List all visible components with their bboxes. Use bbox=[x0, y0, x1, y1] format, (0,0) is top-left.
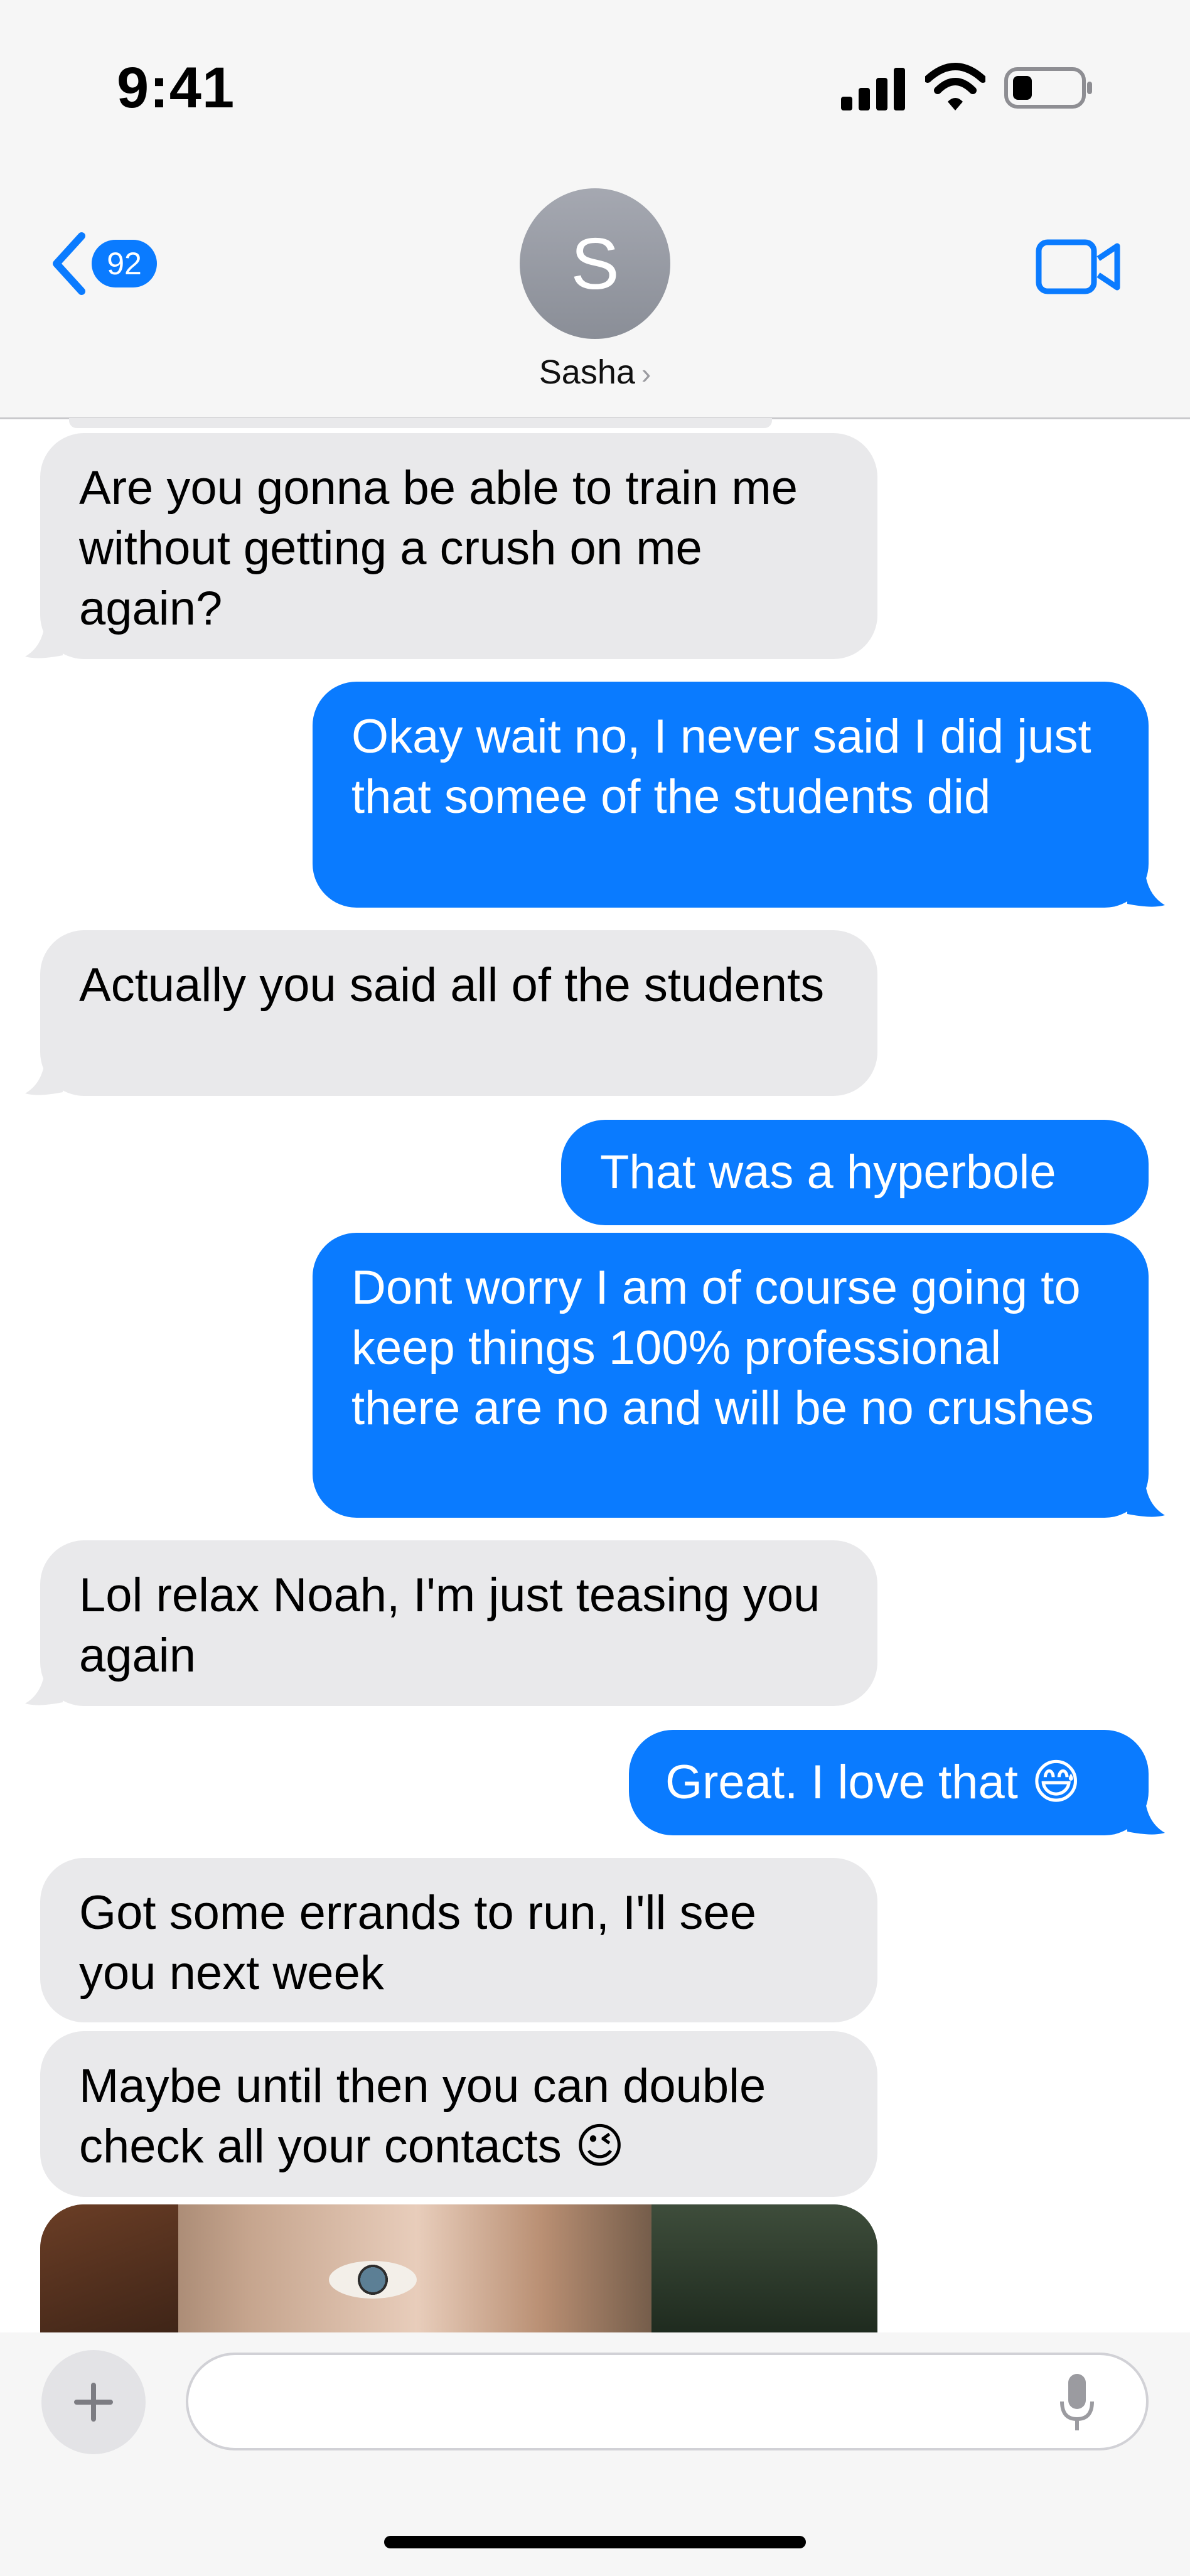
message-input[interactable] bbox=[186, 2353, 1149, 2450]
contact-name[interactable]: Sasha › bbox=[0, 353, 1190, 392]
photo-attachment[interactable] bbox=[40, 2204, 877, 2336]
bubble-tail bbox=[1127, 1798, 1165, 1835]
contact-name-label: Sasha bbox=[539, 353, 635, 391]
home-indicator bbox=[384, 2536, 806, 2548]
add-attachment-button[interactable] bbox=[41, 2350, 146, 2454]
wifi-icon bbox=[925, 63, 985, 110]
incoming-message-bubble[interactable]: Actually you said all of the students bbox=[40, 930, 877, 1096]
bubble-tail bbox=[1127, 870, 1165, 907]
photo-eye-region bbox=[329, 2261, 417, 2299]
bubble-tail bbox=[1127, 1480, 1165, 1517]
battery-icon bbox=[1004, 67, 1092, 109]
plus-icon bbox=[74, 2383, 113, 2422]
bubble-tail bbox=[25, 1668, 63, 1705]
facetime-video-icon[interactable] bbox=[1036, 237, 1122, 296]
outgoing-message-bubble[interactable]: Okay wait no, I never said I did just th… bbox=[313, 682, 1149, 908]
back-button[interactable]: 92 bbox=[49, 226, 174, 301]
outgoing-message-bubble[interactable]: That was a hyperbole bbox=[561, 1120, 1149, 1225]
status-time: 9:41 bbox=[117, 56, 235, 120]
outgoing-message-bubble[interactable]: Great. I love that 😅 bbox=[629, 1730, 1149, 1835]
chevron-left-icon bbox=[53, 232, 85, 295]
outgoing-message-bubble[interactable]: Dont worry I am of course going to keep … bbox=[313, 1233, 1149, 1518]
incoming-message-bubble[interactable]: Lol relax Noah, I'm just teasing you aga… bbox=[40, 1540, 877, 1706]
incoming-message-bubble[interactable]: Are you gonna be able to train me withou… bbox=[40, 433, 877, 659]
cellular-signal-icon bbox=[841, 68, 905, 110]
chevron-right-icon: › bbox=[641, 357, 651, 390]
incoming-message-bubble[interactable]: Got some errands to run, I'll see you ne… bbox=[40, 1858, 877, 2022]
unread-count-badge: 92 bbox=[92, 240, 157, 287]
bubble-tail bbox=[25, 1058, 63, 1095]
photo-window-region bbox=[651, 2204, 877, 2336]
photo-hair-region bbox=[40, 2204, 178, 2336]
previous-message-fragment bbox=[69, 418, 772, 428]
bubble-tail bbox=[25, 621, 63, 658]
contact-avatar[interactable]: S bbox=[520, 188, 670, 339]
incoming-message-bubble[interactable]: Maybe until then you can double check al… bbox=[40, 2031, 877, 2197]
conversation-header: 9:41 92 S Sasha › bbox=[0, 0, 1190, 419]
microphone-icon[interactable] bbox=[1059, 2374, 1095, 2432]
